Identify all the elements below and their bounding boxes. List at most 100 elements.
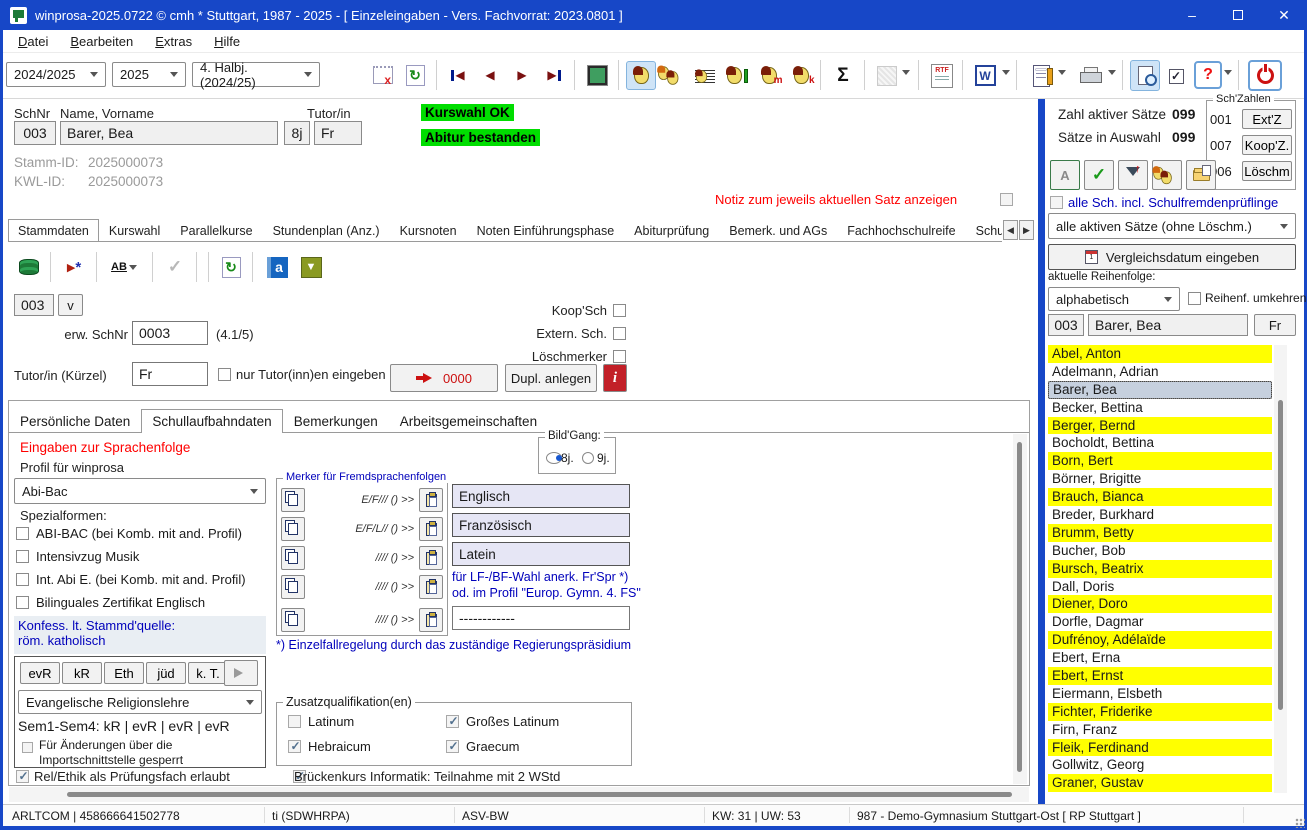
- gang-field[interactable]: 8j: [284, 121, 310, 145]
- menu-hilfe[interactable]: Hilfe: [203, 32, 251, 51]
- export-folder-button[interactable]: [1186, 160, 1216, 190]
- spezialform-option[interactable]: Int. Abi E. (bei Komb. mit and. Profil): [16, 572, 246, 587]
- tab-inner-3[interactable]: Arbeitsgemeinschaften: [389, 409, 548, 432]
- school-year-select[interactable]: 2024/2025: [6, 62, 106, 87]
- copy-button[interactable]: [281, 517, 305, 541]
- period-select[interactable]: 4. Halbj. (2024/25): [192, 62, 320, 87]
- maximize-button[interactable]: [1215, 0, 1261, 30]
- nur-tutor-checkbox[interactable]: [218, 368, 231, 381]
- alle-schueler-checkbox[interactable]: [1050, 196, 1063, 209]
- student-single-button[interactable]: [626, 61, 656, 90]
- list-item[interactable]: Graner, Gustav: [1048, 774, 1272, 792]
- list-item[interactable]: Bocholdt, Bettina: [1048, 434, 1272, 452]
- tutor-kuerzel-field[interactable]: Fr: [132, 362, 208, 386]
- zusatz-option[interactable]: Großes Latinum: [446, 714, 622, 729]
- vergleichsdatum-button[interactable]: 1Vergleichsdatum eingeben: [1048, 244, 1296, 270]
- profil-select[interactable]: Abi-Bac: [14, 478, 266, 504]
- panel-vscrollbar[interactable]: [1013, 434, 1027, 784]
- sum-button[interactable]: Σ: [828, 61, 858, 90]
- copy-button[interactable]: [281, 608, 305, 632]
- report-caret[interactable]: [1056, 66, 1068, 79]
- spezialform-option[interactable]: ABI-BAC (bei Komb. mit and. Profil): [16, 526, 246, 541]
- preview-button[interactable]: [1130, 60, 1160, 91]
- panel-hscrollbar[interactable]: [9, 787, 1029, 802]
- religion-apply-button[interactable]: [224, 660, 258, 686]
- bildgang-9j-radio[interactable]: [582, 452, 594, 464]
- goto-record-button[interactable]: 0000: [390, 364, 498, 392]
- language-1-field[interactable]: Englisch: [452, 484, 630, 508]
- list-item[interactable]: Brumm, Betty: [1048, 524, 1272, 542]
- nav-first-button[interactable]: ◀: [444, 62, 472, 88]
- tab-main-3[interactable]: Stundenplan (Anz.): [263, 219, 390, 241]
- import-lock-checkbox[interactable]: [22, 742, 33, 753]
- list-item[interactable]: Dufrénoy, Adélaïde: [1048, 631, 1272, 649]
- report-button[interactable]: [1026, 60, 1056, 91]
- word-caret[interactable]: [1000, 66, 1012, 79]
- tab-main-6[interactable]: Abiturprüfung: [624, 219, 719, 241]
- tab-main-1[interactable]: Kurswahl: [99, 219, 170, 241]
- asv-button[interactable]: a: [262, 252, 292, 282]
- list-item[interactable]: Diener, Doro: [1048, 595, 1272, 613]
- paste-button[interactable]: [419, 608, 443, 632]
- list-item[interactable]: Born, Bert: [1048, 452, 1272, 470]
- menu-datei[interactable]: Datei: [7, 32, 59, 51]
- list-item[interactable]: Bursch, Beatrix: [1048, 560, 1272, 578]
- reload-button[interactable]: ↻: [216, 252, 246, 282]
- current-tutor-button[interactable]: Fr: [1254, 314, 1296, 336]
- resize-grip[interactable]: [1295, 818, 1305, 828]
- student-pair-button[interactable]: [658, 61, 688, 90]
- tab-main-2[interactable]: Parallelkurse: [170, 219, 262, 241]
- student-list-button[interactable]: [690, 61, 720, 90]
- tab-inner-1[interactable]: Schullaufbahndaten: [141, 409, 282, 433]
- erw-schnr-field[interactable]: 0003: [132, 321, 208, 345]
- schzahlen-button[interactable]: Koop'Z.: [1242, 135, 1292, 155]
- satz-filter-select[interactable]: alle aktiven Sätze (ohne Löschm.): [1048, 213, 1296, 239]
- religion-button[interactable]: evR: [20, 662, 60, 684]
- year-select[interactable]: 2025: [112, 62, 186, 87]
- export-caret[interactable]: [900, 66, 912, 79]
- list-scrollbar[interactable]: [1274, 345, 1287, 793]
- checkbox[interactable]: [288, 740, 301, 753]
- list-item[interactable]: Fichter, Friderike: [1048, 703, 1272, 721]
- close-window-button[interactable]: [368, 60, 398, 90]
- religion-button[interactable]: kR: [62, 662, 102, 684]
- schzahlen-button[interactable]: Ext'Z: [1242, 109, 1292, 129]
- help-button[interactable]: ?: [1194, 61, 1222, 89]
- tab-scroll-left[interactable]: ◀: [1003, 220, 1018, 240]
- notice-checkbox[interactable]: [1000, 193, 1013, 206]
- nav-next-button[interactable]: ▶: [508, 62, 536, 88]
- list-item[interactable]: Ebert, Erna: [1048, 649, 1272, 667]
- list-item[interactable]: Dall, Doris: [1048, 578, 1272, 596]
- copy-button[interactable]: [281, 546, 305, 570]
- list-item[interactable]: Barer, Bea: [1048, 381, 1272, 399]
- duplicate-button[interactable]: Dupl. anlegen: [505, 364, 597, 392]
- student-k-button[interactable]: k: [786, 61, 816, 90]
- extern-checkbox[interactable]: [613, 327, 626, 340]
- nav-prev-button[interactable]: ◀: [476, 62, 504, 88]
- list-item[interactable]: Brauch, Bianca: [1048, 488, 1272, 506]
- list-item[interactable]: Adelmann, Adrian: [1048, 363, 1272, 381]
- database-button[interactable]: [14, 252, 44, 282]
- religion-button[interactable]: jüd: [146, 662, 186, 684]
- tab-main-5[interactable]: Noten Einführungsphase: [467, 219, 625, 241]
- tab-main-8[interactable]: Fachhochschulreife: [837, 219, 965, 241]
- religion-select[interactable]: Evangelische Religionslehre: [18, 690, 262, 714]
- language-2-field[interactable]: Französisch: [452, 513, 630, 537]
- filter-a-button[interactable]: A: [1050, 160, 1080, 190]
- list-item[interactable]: Eiermann, Elsbeth: [1048, 685, 1272, 703]
- list-item[interactable]: Abel, Anton: [1048, 345, 1272, 363]
- import-button[interactable]: ▼: [296, 252, 326, 282]
- tab-inner-2[interactable]: Bemerkungen: [283, 409, 389, 432]
- tab-scroll-right[interactable]: ▶: [1019, 220, 1034, 240]
- tab-inner-0[interactable]: Persönliche Daten: [9, 409, 141, 432]
- religion-button[interactable]: Eth: [104, 662, 144, 684]
- zusatz-option[interactable]: Latinum: [288, 714, 446, 729]
- list-item[interactable]: Gollwitz, Georg: [1048, 756, 1272, 774]
- info-button[interactable]: i: [603, 364, 627, 392]
- print-button[interactable]: [1074, 62, 1106, 90]
- koop-checkbox[interactable]: [613, 304, 626, 317]
- color-status-button[interactable]: [582, 61, 612, 90]
- religion-button[interactable]: k. T.: [188, 662, 228, 684]
- schzahlen-button[interactable]: Löschm: [1242, 161, 1292, 181]
- name-field[interactable]: Barer, Bea: [60, 121, 278, 145]
